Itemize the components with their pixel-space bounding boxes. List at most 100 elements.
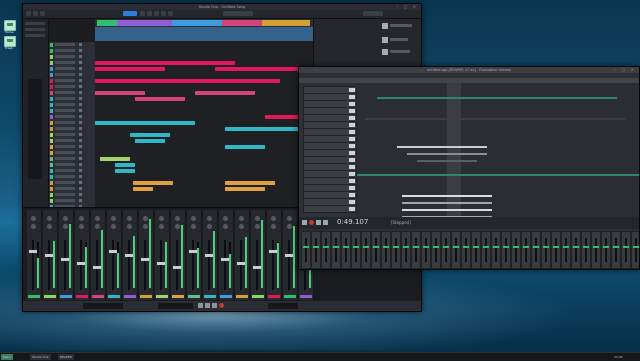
split-icon[interactable] <box>154 11 159 16</box>
track-record-arm[interactable] <box>349 179 355 183</box>
channel-fader[interactable] <box>272 240 274 290</box>
pan-knob[interactable] <box>127 224 132 229</box>
reaper-fader[interactable] <box>635 238 637 262</box>
fader-cap[interactable] <box>61 258 69 261</box>
pan-knob[interactable] <box>207 224 212 229</box>
reaper-fader[interactable] <box>535 238 537 262</box>
mute-solo-buttons[interactable] <box>79 145 82 148</box>
reaper-fader-cap[interactable] <box>543 246 549 248</box>
send-knob[interactable] <box>127 216 132 221</box>
audio-clip[interactable] <box>130 133 170 137</box>
reaper-fader[interactable] <box>625 238 627 262</box>
audio-clip[interactable] <box>133 181 173 185</box>
fader-cap[interactable] <box>237 262 245 265</box>
view-tabs[interactable] <box>363 11 383 16</box>
file-icon[interactable] <box>382 37 388 43</box>
arrange-area[interactable] <box>95 19 313 207</box>
audio-clip[interactable] <box>95 91 145 95</box>
reaper-fader-cap[interactable] <box>303 246 309 248</box>
send-knob[interactable] <box>271 216 276 221</box>
reaper-fader-cap[interactable] <box>533 246 539 248</box>
mute-solo-buttons[interactable] <box>79 49 82 52</box>
reaper-fader[interactable] <box>315 238 317 262</box>
mute-solo-buttons[interactable] <box>79 151 82 154</box>
reaper-fader[interactable] <box>475 238 477 262</box>
track-record-arm[interactable] <box>349 186 355 190</box>
add-track-icon[interactable] <box>33 11 38 16</box>
pan-knob[interactable] <box>47 224 52 229</box>
fader-cap[interactable] <box>253 266 261 269</box>
reaper-fader[interactable] <box>615 238 617 262</box>
mute-tool-icon[interactable] <box>161 11 166 16</box>
fader-cap[interactable] <box>157 262 165 265</box>
audio-clip[interactable] <box>215 67 305 71</box>
reaper-fader-cap[interactable] <box>583 246 589 248</box>
fader-cap[interactable] <box>173 266 181 269</box>
reaper-fader-cap[interactable] <box>613 246 619 248</box>
reaper-fader[interactable] <box>485 238 487 262</box>
mute-solo-buttons[interactable] <box>79 127 82 130</box>
file-icon[interactable] <box>382 49 388 55</box>
reaper-fader[interactable] <box>555 238 557 262</box>
fader-cap[interactable] <box>285 254 293 257</box>
track-record-arm[interactable] <box>349 88 355 92</box>
reaper-fader-cap[interactable] <box>403 246 409 248</box>
mute-solo-buttons[interactable] <box>79 133 82 136</box>
reaper-fader-cap[interactable] <box>363 246 369 248</box>
send-knob[interactable] <box>31 216 36 221</box>
reaper-fader[interactable] <box>545 238 547 262</box>
mute-solo-buttons[interactable] <box>79 139 82 142</box>
pan-knob[interactable] <box>175 224 180 229</box>
reaper-fader-cap[interactable] <box>633 246 639 248</box>
reaper-fader-cap[interactable] <box>503 246 509 248</box>
mute-solo-buttons[interactable] <box>79 169 82 172</box>
reaper-fader[interactable] <box>325 238 327 262</box>
reaper-fader-cap[interactable] <box>463 246 469 248</box>
inspector-icon[interactable] <box>40 11 45 16</box>
reaper-fader[interactable] <box>525 238 527 262</box>
reaper-fader-cap[interactable] <box>473 246 479 248</box>
reaper-media-item[interactable] <box>377 97 617 99</box>
fader-cap[interactable] <box>45 254 53 257</box>
reaper-fader[interactable] <box>375 238 377 262</box>
reaper-media-item[interactable] <box>417 160 477 162</box>
track-record-arm[interactable] <box>349 144 355 148</box>
arranger-section-bridge[interactable] <box>222 20 262 26</box>
reaper-fader[interactable] <box>305 238 307 262</box>
menu-icon[interactable] <box>26 11 31 16</box>
track-record-arm[interactable] <box>349 165 355 169</box>
channel-fader[interactable] <box>80 240 82 290</box>
channel-fader[interactable] <box>192 240 194 290</box>
channel-fader[interactable] <box>64 240 66 290</box>
browser-item[interactable] <box>390 24 412 27</box>
send-knob[interactable] <box>63 216 68 221</box>
rewind-icon[interactable] <box>198 303 203 308</box>
pan-knob[interactable] <box>159 224 164 229</box>
channel-fader[interactable] <box>48 240 50 290</box>
inspector-fader[interactable] <box>28 79 42 179</box>
reaper-fader[interactable] <box>605 238 607 262</box>
send-knob[interactable] <box>95 216 100 221</box>
reaper-fader[interactable] <box>455 238 457 262</box>
send-knob[interactable] <box>287 216 292 221</box>
snap-selector[interactable] <box>223 11 253 16</box>
reaper-fader[interactable] <box>595 238 597 262</box>
reaper-fader[interactable] <box>495 238 497 262</box>
reaper-media-item[interactable] <box>402 202 492 204</box>
mute-solo-buttons[interactable] <box>79 43 82 46</box>
mute-solo-buttons[interactable] <box>79 157 82 160</box>
channel-fader[interactable] <box>208 240 210 290</box>
track-record-arm[interactable] <box>349 158 355 162</box>
track-record-arm[interactable] <box>349 207 355 211</box>
audio-clip[interactable] <box>135 139 165 143</box>
arranger-section-outro[interactable] <box>262 20 310 26</box>
reaper-fader[interactable] <box>335 238 337 262</box>
browser-item[interactable] <box>390 50 410 53</box>
track-record-arm[interactable] <box>349 123 355 127</box>
window-controls[interactable]: – ▢ ✕ <box>614 68 636 72</box>
audio-clip[interactable] <box>95 67 165 71</box>
pan-knob[interactable] <box>255 224 260 229</box>
reaper-media-item[interactable] <box>397 146 487 148</box>
reaper-fader-cap[interactable] <box>623 246 629 248</box>
audio-clip[interactable] <box>115 169 135 173</box>
